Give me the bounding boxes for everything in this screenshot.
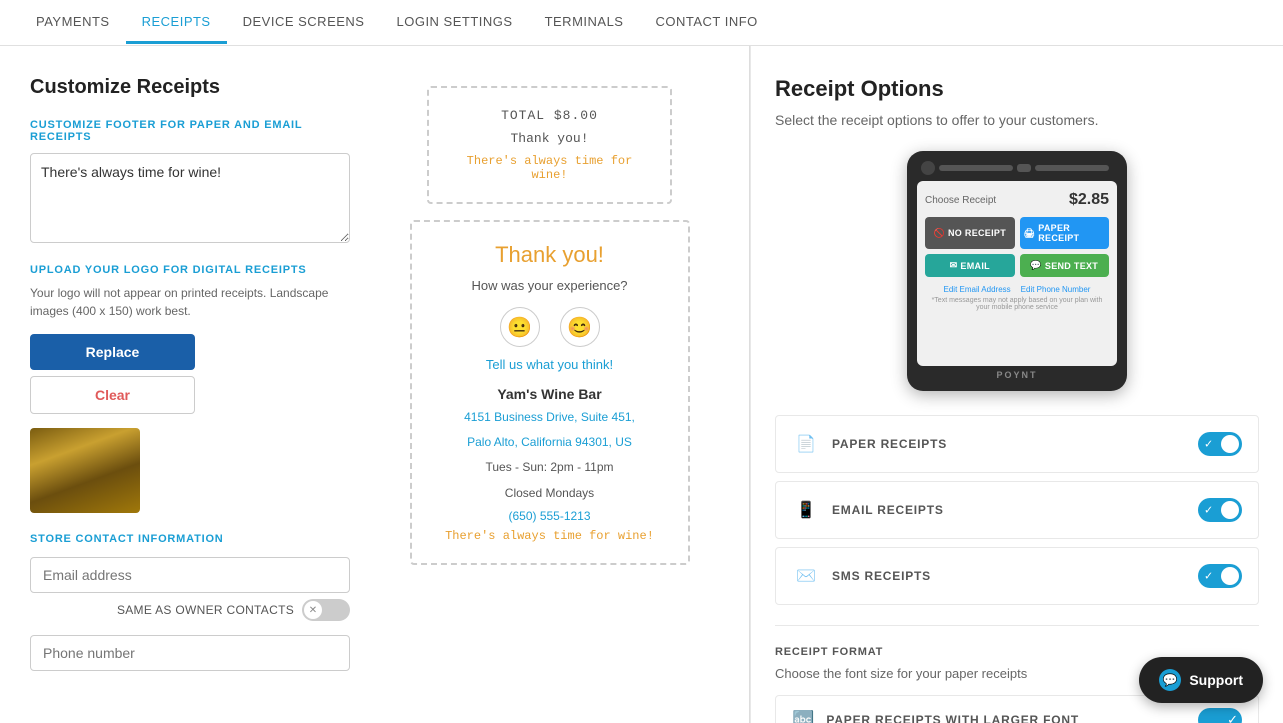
no-receipt-icon: 🚫: [933, 228, 945, 239]
upload-desc: Your logo will not appear on printed rec…: [30, 284, 350, 320]
sms-label: SEND TEXT: [1045, 261, 1098, 271]
larger-font-icon: 🔤: [792, 710, 814, 723]
device-button-left: [921, 161, 935, 175]
device-container: Choose Receipt $2.85 🚫 NO RECEIPT 🖨 PAPE…: [775, 151, 1259, 391]
sms-icon: 💬: [1030, 260, 1042, 271]
nav-login-settings[interactable]: LOGIN SETTINGS: [380, 2, 528, 44]
screen-links: Edit Email Address Edit Phone Number: [925, 285, 1109, 294]
clear-button[interactable]: Clear: [30, 376, 195, 414]
sms-receipts-icon: ✉️: [792, 562, 820, 590]
same-owner-text: SAME AS OWNER CONTACTS: [117, 603, 294, 617]
logo-preview: [30, 428, 140, 513]
receipt2-footer: There's always time for wine!: [428, 529, 672, 543]
upload-logo-link[interactable]: UPLOAD YOUR LOGO FOR DIGITAL RECEIPTS: [30, 264, 350, 276]
receipt-footer: There's always time for wine!: [449, 154, 650, 182]
sms-receipts-toggle[interactable]: ✓: [1198, 564, 1242, 588]
right-subtitle: Select the receipt options to offer to y…: [775, 110, 1259, 131]
store-contact-label: STORE CONTACT INFORMATION: [30, 533, 350, 545]
replace-button[interactable]: Replace: [30, 334, 195, 370]
receipt-previews: TOTAL $8.00 Thank you! There's always ti…: [380, 76, 719, 693]
feedback-link[interactable]: Tell us what you think!: [428, 357, 672, 372]
receipt2-store-name: Yam's Wine Bar: [428, 386, 672, 402]
screen-no-receipt-btn[interactable]: 🚫 NO RECEIPT: [925, 217, 1015, 249]
no-receipt-label: NO RECEIPT: [948, 228, 1006, 238]
footer-textarea[interactable]: There's always time for wine!: [30, 153, 350, 243]
paper-receipts-label: PAPER RECEIPTS: [832, 437, 1186, 451]
emoji-row: 😐 😊: [428, 307, 672, 347]
email-label: EMAIL: [960, 261, 990, 271]
toggle-check-icon-3: ✓: [1204, 570, 1213, 583]
paper-larger-label: PAPER RECEIPTS WITH LARGER FONT: [826, 713, 1186, 723]
receipt2-experience: How was your experience?: [428, 278, 672, 293]
receipt2-phone: (650) 555-1213: [428, 509, 672, 523]
screen-sms-btn[interactable]: 💬 SEND TEXT: [1020, 254, 1110, 277]
paper-icon: 🖨: [1024, 228, 1036, 239]
sad-face: 😐: [500, 307, 540, 347]
screen-email-btn[interactable]: ✉ EMAIL: [925, 254, 1015, 277]
nav-payments[interactable]: PAYMENTS: [20, 2, 126, 44]
phone-field[interactable]: [30, 635, 350, 671]
device-slot-right: [1035, 165, 1109, 171]
same-owner-row: SAME AS OWNER CONTACTS ✕: [30, 593, 350, 627]
poynt-brand: POYNT: [917, 370, 1117, 380]
screen-note: *Text messages may not apply based on yo…: [925, 297, 1109, 311]
toggle-x-icon: ✕: [304, 601, 322, 619]
screen-paper-btn[interactable]: 🖨 PAPER RECEIPT: [1020, 217, 1110, 249]
sms-receipts-label: SMS RECEIPTS: [832, 569, 1186, 583]
nav-device-screens[interactable]: DEVICE SCREENS: [227, 2, 381, 44]
email-receipts-icon: 📱: [792, 496, 820, 524]
page-content: Customize Receipts CUSTOMIZE FOOTER FOR …: [0, 46, 1283, 723]
footer-label: CUSTOMIZE FOOTER FOR PAPER AND EMAIL REC…: [30, 119, 350, 143]
nav-receipts[interactable]: RECEIPTS: [126, 2, 227, 44]
right-panel: Receipt Options Select the receipt optio…: [750, 46, 1283, 723]
toggle-check-icon-2: ✓: [1204, 504, 1213, 517]
poynt-device: Choose Receipt $2.85 🚫 NO RECEIPT 🖨 PAPE…: [907, 151, 1127, 391]
top-nav: PAYMENTS RECEIPTS DEVICE SCREENS LOGIN S…: [0, 0, 1283, 46]
email-receipts-toggle[interactable]: ✓: [1198, 498, 1242, 522]
paper-receipts-icon: 📄: [792, 430, 820, 458]
happy-face: 😊: [560, 307, 600, 347]
receipt2-address-1: 4151 Business Drive, Suite 451,: [428, 408, 672, 427]
screen-email-link[interactable]: Edit Email Address: [944, 285, 1011, 294]
screen-buttons: 🚫 NO RECEIPT 🖨 PAPER RECEIPT ✉ EMAIL: [925, 217, 1109, 277]
device-reader: [1017, 164, 1031, 172]
support-button[interactable]: 💬 Support: [1139, 657, 1263, 703]
paper-receipts-row: 📄 PAPER RECEIPTS ✓: [775, 415, 1259, 473]
support-icon: 💬: [1159, 669, 1181, 691]
left-form: Customize Receipts CUSTOMIZE FOOTER FOR …: [30, 76, 350, 693]
receipt-preview-2: Thank you! How was your experience? 😐 😊 …: [410, 220, 690, 565]
receipt2-address-2: Palo Alto, California 94301, US: [428, 433, 672, 452]
nav-contact-info[interactable]: CONTACT INFO: [639, 2, 773, 44]
device-screen: Choose Receipt $2.85 🚫 NO RECEIPT 🖨 PAPE…: [917, 181, 1117, 366]
toggle-check-icon: ✓: [1204, 438, 1213, 451]
device-slot: [939, 165, 1013, 171]
support-label: Support: [1189, 672, 1243, 688]
logo-image: [30, 428, 140, 513]
screen-price: $2.85: [1069, 191, 1109, 209]
receipt-thankyou: Thank you!: [449, 131, 650, 146]
screen-header: Choose Receipt $2.85: [925, 191, 1109, 209]
receipt2-closed: Closed Mondays: [428, 484, 672, 503]
nav-terminals[interactable]: TERMINALS: [529, 2, 640, 44]
email-icon: ✉: [950, 260, 958, 271]
email-receipts-label: EMAIL RECEIPTS: [832, 503, 1186, 517]
receipt-total: TOTAL $8.00: [449, 108, 650, 123]
paper-label: PAPER RECEIPT: [1038, 223, 1105, 243]
screen-phone-link[interactable]: Edit Phone Number: [1021, 285, 1091, 294]
paper-receipts-toggle[interactable]: ✓: [1198, 432, 1242, 456]
sms-receipts-row: ✉️ SMS RECEIPTS ✓: [775, 547, 1259, 605]
right-title: Receipt Options: [775, 76, 1259, 102]
left-panel: Customize Receipts CUSTOMIZE FOOTER FOR …: [0, 46, 750, 723]
receipt2-thankyou: Thank you!: [428, 242, 672, 268]
device-top: [917, 161, 1117, 175]
email-receipts-row: 📱 EMAIL RECEIPTS ✓: [775, 481, 1259, 539]
page-title: Customize Receipts: [30, 76, 350, 99]
email-field[interactable]: [30, 557, 350, 593]
receipt-preview-1: TOTAL $8.00 Thank you! There's always ti…: [427, 86, 672, 204]
same-owner-toggle[interactable]: ✕: [302, 599, 350, 621]
screen-choose-label: Choose Receipt: [925, 195, 996, 206]
paper-larger-toggle[interactable]: [1198, 708, 1242, 723]
divider: [775, 625, 1259, 626]
receipt2-hours: Tues - Sun: 2pm - 11pm: [428, 458, 672, 477]
